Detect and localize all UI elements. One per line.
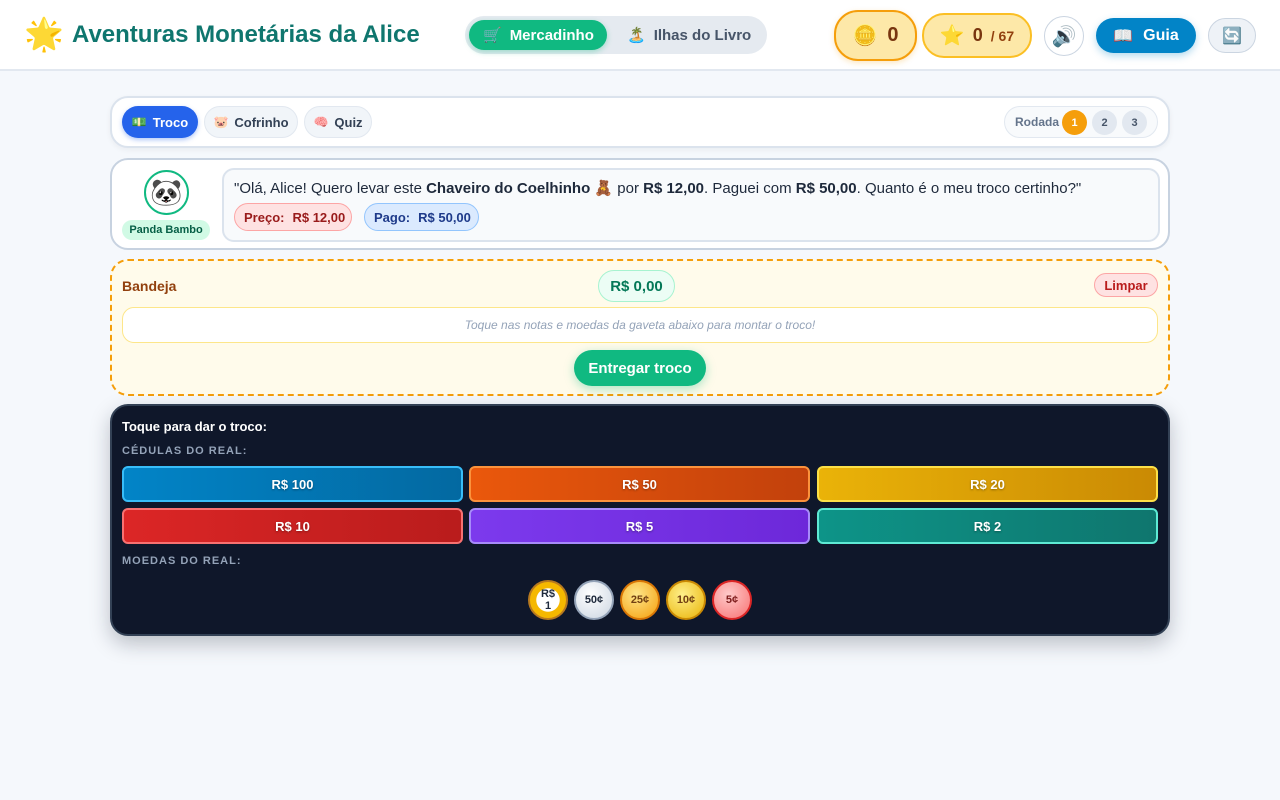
coin-25-centavos-button[interactable]: 25¢ bbox=[620, 580, 660, 620]
tab-cofrinho-label: Cofrinho bbox=[234, 114, 289, 130]
note-20-button[interactable]: R$ 20 bbox=[817, 466, 1158, 502]
tab-cofrinho[interactable]: 🐷 Cofrinho bbox=[204, 106, 298, 138]
guide-label: Guia bbox=[1143, 26, 1179, 44]
speech-price: R$ 12,00 bbox=[643, 180, 705, 197]
speech-part: . Quanto é o meu troco certinho?" bbox=[856, 180, 1082, 197]
mode-ilhas-label: Ilhas do Livro bbox=[653, 26, 752, 44]
piggy-bank-icon: 🐷 bbox=[213, 115, 229, 129]
activity-tab-bar: 💵 Troco 🐷 Cofrinho 🧠 Quiz Rodada 1 2 3 bbox=[110, 96, 1170, 148]
note-5-button[interactable]: R$ 5 bbox=[469, 508, 810, 544]
note-100-button[interactable]: R$ 100 bbox=[122, 466, 463, 502]
star-count: 0 bbox=[972, 25, 983, 45]
change-tray: Bandeja R$ 0,00 Limpar Toque nas notas e… bbox=[110, 259, 1170, 396]
panda-avatar: 🐼 bbox=[144, 170, 189, 215]
customer-name: Panda Bambo bbox=[122, 220, 210, 240]
round-dot-1: 1 bbox=[1062, 110, 1087, 135]
tray-label: Bandeja bbox=[122, 278, 177, 294]
brain-icon: 🧠 bbox=[313, 115, 329, 129]
sound-toggle-button[interactable]: 🔊 bbox=[1044, 16, 1084, 56]
mode-switch: 🛒 Mercadinho 🏝️ Ilhas do Livro bbox=[465, 16, 767, 54]
tab-quiz[interactable]: 🧠 Quiz bbox=[304, 106, 372, 138]
round-indicator: Rodada 1 2 3 bbox=[1004, 106, 1158, 138]
paid-tag-label: Pago: bbox=[374, 209, 411, 225]
drawer-title: Toque para dar o troco: bbox=[122, 419, 267, 434]
mode-ilhas-button[interactable]: 🏝️ Ilhas do Livro bbox=[613, 20, 763, 50]
round-label: Rodada bbox=[1015, 115, 1060, 129]
star-logo-icon: 🌟 bbox=[24, 16, 64, 52]
customer-speech-text: "Olá, Alice! Quero levar este Chaveiro d… bbox=[234, 179, 1081, 199]
refresh-icon: 🔄 bbox=[1222, 27, 1242, 45]
coin-50-centavos-button[interactable]: 50¢ bbox=[574, 580, 614, 620]
money-icon: 💵 bbox=[131, 115, 147, 129]
book-icon: 📖 bbox=[1113, 27, 1134, 45]
speech-item: Chaveiro do Coelhinho 🧸 bbox=[426, 180, 614, 197]
speech-part: . Paguei com bbox=[704, 180, 796, 197]
coin-label-top: R$ bbox=[540, 588, 556, 600]
price-tag: Preço: R$ 12,00 bbox=[234, 203, 352, 231]
tray-hint: Toque nas notas e moedas da gaveta abaix… bbox=[464, 318, 816, 332]
star-total: / 67 bbox=[990, 27, 1015, 44]
coins-section-label: MOEDAS DO REAL: bbox=[122, 555, 242, 567]
reset-button[interactable]: 🔄 bbox=[1208, 18, 1256, 53]
speech-part: "Olá, Alice! Quero levar este bbox=[234, 180, 427, 197]
island-icon: 🏝️ bbox=[627, 27, 646, 44]
tray-drop-area: Toque nas notas e moedas da gaveta abaix… bbox=[122, 307, 1158, 343]
price-tag-label: Preço: bbox=[244, 209, 285, 225]
tray-total: R$ 0,00 bbox=[598, 270, 675, 302]
app-header: 🌟 Aventuras Monetárias da Alice 🛒 Mercad… bbox=[0, 0, 1280, 71]
tab-troco-label: Troco bbox=[152, 114, 189, 130]
speech-part: por bbox=[613, 180, 644, 197]
tab-quiz-label: Quiz bbox=[334, 114, 363, 130]
panda-icon: 🐼 bbox=[150, 177, 183, 207]
app-title: Aventuras Monetárias da Alice bbox=[72, 21, 420, 48]
paid-tag: Pago: R$ 50,00 bbox=[364, 203, 479, 231]
guide-button[interactable]: 📖 Guia bbox=[1096, 18, 1196, 53]
cash-drawer: Toque para dar o troco: CÉDULAS DO REAL:… bbox=[110, 404, 1170, 636]
star-counter: ⭐ 0 / 67 bbox=[922, 13, 1032, 58]
coin-counter: 🪙 0 bbox=[834, 10, 917, 61]
coin-count: 0 bbox=[887, 24, 899, 46]
speech-paid: R$ 50,00 bbox=[795, 180, 857, 197]
coin-icon: 🪙 bbox=[852, 25, 878, 47]
note-2-button[interactable]: R$ 2 bbox=[817, 508, 1158, 544]
mode-mercadinho-button[interactable]: 🛒 Mercadinho bbox=[469, 20, 607, 50]
round-dot-3: 3 bbox=[1122, 110, 1147, 135]
speaker-icon: 🔊 bbox=[1051, 25, 1077, 48]
deliver-change-button[interactable]: Entregar troco bbox=[574, 350, 706, 386]
coin-label: R$ 1 bbox=[541, 588, 555, 612]
notes-section-label: CÉDULAS DO REAL: bbox=[122, 445, 248, 457]
clear-tray-button[interactable]: Limpar bbox=[1094, 273, 1158, 297]
coin-10-centavos-button[interactable]: 10¢ bbox=[666, 580, 706, 620]
star-icon: ⭐ bbox=[939, 25, 965, 47]
round-dot-2: 2 bbox=[1092, 110, 1117, 135]
note-50-button[interactable]: R$ 50 bbox=[469, 466, 810, 502]
coin-5-centavos-button[interactable]: 5¢ bbox=[712, 580, 752, 620]
customer-speech-bubble: "Olá, Alice! Quero levar este Chaveiro d… bbox=[222, 168, 1160, 242]
price-tag-value: R$ 12,00 bbox=[292, 209, 346, 225]
note-10-button[interactable]: R$ 10 bbox=[122, 508, 463, 544]
customer-card: 🐼 Panda Bambo "Olá, Alice! Quero levar e… bbox=[110, 158, 1170, 250]
coin-label-bottom: 1 bbox=[544, 600, 552, 612]
mode-mercadinho-label: Mercadinho bbox=[509, 26, 594, 44]
cart-icon: 🛒 bbox=[483, 27, 502, 44]
tab-troco[interactable]: 💵 Troco bbox=[122, 106, 198, 138]
coin-1-real-button[interactable]: R$ 1 bbox=[528, 580, 568, 620]
paid-tag-value: R$ 50,00 bbox=[418, 209, 471, 225]
